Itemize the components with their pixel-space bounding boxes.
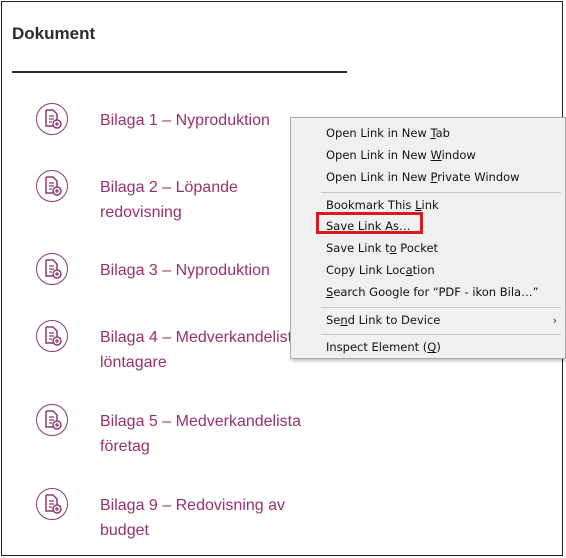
pdf-download-icon[interactable]: [36, 170, 68, 202]
document-link[interactable]: Bilaga 2 – Löpande redovisning: [100, 175, 280, 225]
heading-divider: [12, 71, 347, 73]
menu-separator: [321, 192, 561, 193]
pdf-download-icon[interactable]: [36, 253, 68, 285]
save-link-highlight: [316, 212, 423, 234]
pdf-download-icon[interactable]: [36, 404, 68, 436]
context-menu: Open Link in New Tab Open Link in New Wi…: [290, 117, 566, 359]
menu-item-open-private-window[interactable]: Open Link in New Private Window: [326, 167, 520, 188]
pdf-download-icon[interactable]: [36, 488, 68, 520]
menu-separator: [321, 334, 561, 335]
section-title: Dokument: [12, 24, 96, 43]
menu-item-search-google[interactable]: Search Google for “PDF - ikon Bila…”: [326, 282, 539, 303]
menu-item-save-to-pocket[interactable]: Save Link to Pocket: [326, 238, 438, 259]
menu-item-send-link-to-device[interactable]: Send Link to Device ›: [326, 310, 565, 331]
document-link[interactable]: Bilaga 9 – Redovisning av budget: [100, 493, 310, 543]
menu-item-open-new-tab[interactable]: Open Link in New Tab: [326, 123, 450, 144]
menu-item-inspect-element[interactable]: Inspect Element (Q): [326, 337, 441, 358]
pdf-download-icon[interactable]: [36, 320, 68, 352]
pdf-download-icon[interactable]: [36, 103, 68, 135]
chevron-right-icon: ›: [552, 314, 557, 327]
menu-item-open-new-window[interactable]: Open Link in New Window: [326, 145, 476, 166]
document-link[interactable]: Bilaga 5 – Medverkandelista företag: [100, 409, 340, 459]
menu-separator: [321, 307, 561, 308]
menu-item-copy-link-location[interactable]: Copy Link Location: [326, 260, 435, 281]
